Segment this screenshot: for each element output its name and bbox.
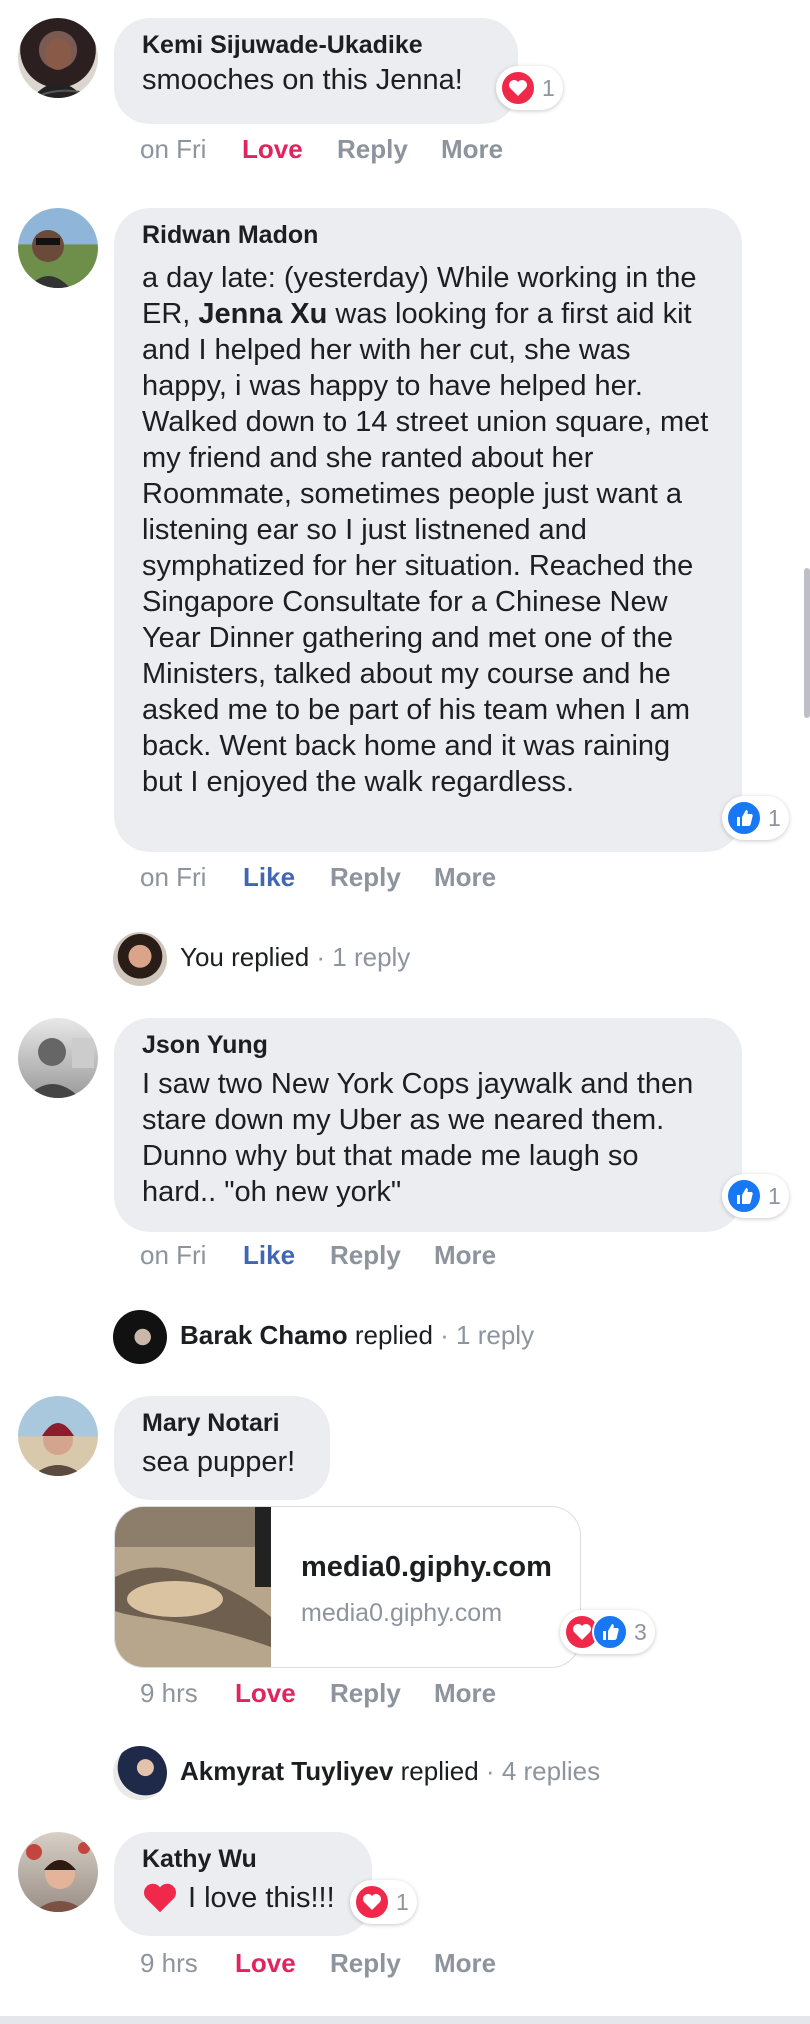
heart-icon [142,1882,178,1914]
comment-bubble[interactable]: Ridwan Madon a day late: (yesterday) Whi… [114,208,742,852]
bottom-divider [0,2016,810,2024]
comment-time[interactable]: on Fri [140,862,206,893]
reply-button[interactable]: Reply [330,1678,401,1709]
comment-time[interactable]: on Fri [140,1240,206,1271]
more-button[interactable]: More [434,1678,496,1709]
comment-author[interactable]: Json Yung [142,1028,714,1062]
reaction-summary[interactable]: 1 [350,1880,417,1924]
reaction-summary[interactable]: 1 [722,796,789,840]
mention-link[interactable]: Jenna Xu [198,298,327,330]
reaction-summary[interactable]: 1 [722,1174,789,1218]
thumbs-up-icon [726,1178,762,1214]
link-thumbnail [115,1507,271,1667]
reply-count: 4 replies [501,1756,601,1786]
avatar-kathy[interactable] [18,1832,98,1912]
thumbs-up-icon [592,1614,628,1650]
more-button[interactable]: More [434,1240,496,1271]
love-button[interactable]: Love [235,1678,296,1709]
comment-text: a day late: (yesterday) While working in… [142,260,714,800]
reaction-count: 1 [768,804,781,831]
comment-author[interactable]: Mary Notari [142,1406,302,1440]
comment-text: sea pupper! [142,1446,296,1478]
avatar-barak[interactable] [113,1310,167,1364]
gif-thumbnail-image [115,1507,271,1667]
like-button[interactable]: Like [243,1240,295,1271]
replied-verb: replied [354,1320,433,1350]
reply-button[interactable]: Reply [330,1240,401,1271]
reaction-count: 1 [396,1888,409,1915]
reply-button[interactable]: Reply [337,134,408,165]
comment-text-body: I love this!!! [188,1882,335,1914]
more-button[interactable]: More [441,134,503,165]
comment-time[interactable]: on Fri [140,134,206,165]
comment-bubble[interactable]: Kemi Sijuwade-Ukadike smooches on this J… [114,18,518,124]
avatar-image [32,38,84,98]
scrollbar[interactable] [804,568,810,718]
comment-author[interactable]: Ridwan Madon [142,218,714,252]
reaction-count: 1 [768,1182,781,1209]
avatar-akmyrat[interactable] [113,1746,167,1800]
comment-author[interactable]: Kathy Wu [142,1842,344,1876]
avatar-image [32,1423,84,1476]
comment-bubble[interactable]: Mary Notari sea pupper! [114,1396,330,1500]
love-button[interactable]: Love [235,1948,296,1979]
comment-bubble[interactable]: Kathy Wu I love this!!! [114,1832,372,1936]
comment-time[interactable]: 9 hrs [140,1678,198,1709]
reply-count: 1 reply [332,942,411,972]
avatar-image [26,1038,94,1098]
thumbs-up-icon [726,800,762,836]
more-button[interactable]: More [434,1948,496,1979]
replier-text: You replied [180,942,310,972]
avatar-mary[interactable] [18,1396,98,1476]
comment-text: smooches on this Jenna! [142,64,463,96]
replies-link[interactable]: Akmyrat Tuyliyev replied · 4 replies [180,1756,600,1787]
reply-separator: · [309,942,333,972]
link-preview-card[interactable]: media0.giphy.com media0.giphy.com [114,1506,581,1668]
comment-bubble[interactable]: Json Yung I saw two New York Cops jaywal… [114,1018,742,1232]
comment-text: I saw two New York Cops jaywalk and then… [142,1068,694,1208]
reply-separator: · [478,1756,502,1786]
love-button[interactable]: Love [242,134,303,165]
avatar-you[interactable] [113,932,167,986]
avatar-image [26,1842,90,1912]
replies-link[interactable]: Barak Chamo replied · 1 reply [180,1320,534,1351]
comment-text: I love this!!! [142,1880,344,1916]
avatar-image [28,230,70,288]
reaction-summary[interactable]: 1 [496,66,563,110]
reply-count: 1 reply [456,1320,535,1350]
reaction-count: 1 [542,74,555,101]
replier-name: Akmyrat Tuyliyev [180,1756,394,1786]
reaction-summary[interactable]: 3 [560,1610,655,1654]
comment-text-part: was looking for a first aid kit and I he… [142,298,709,798]
more-button[interactable]: More [434,862,496,893]
reply-separator: · [432,1320,457,1350]
reply-button[interactable]: Reply [330,1948,401,1979]
link-domain: media0.giphy.com [301,1599,503,1627]
replied-verb: replied [400,1756,479,1786]
comment-time[interactable]: 9 hrs [140,1948,198,1979]
avatar-kemi[interactable] [18,18,98,98]
replier-name: Barak Chamo [180,1320,348,1350]
avatar-ridwan[interactable] [18,208,98,288]
heart-icon [500,70,536,106]
reaction-count: 3 [634,1618,647,1645]
like-button[interactable]: Like [243,862,295,893]
avatar-json[interactable] [18,1018,98,1098]
heart-icon [354,1884,390,1920]
reply-button[interactable]: Reply [330,862,401,893]
comment-author[interactable]: Kemi Sijuwade-Ukadike [142,28,490,62]
replies-link[interactable]: You replied · 1 reply [180,942,410,973]
link-title[interactable]: media0.giphy.com [301,1551,552,1584]
